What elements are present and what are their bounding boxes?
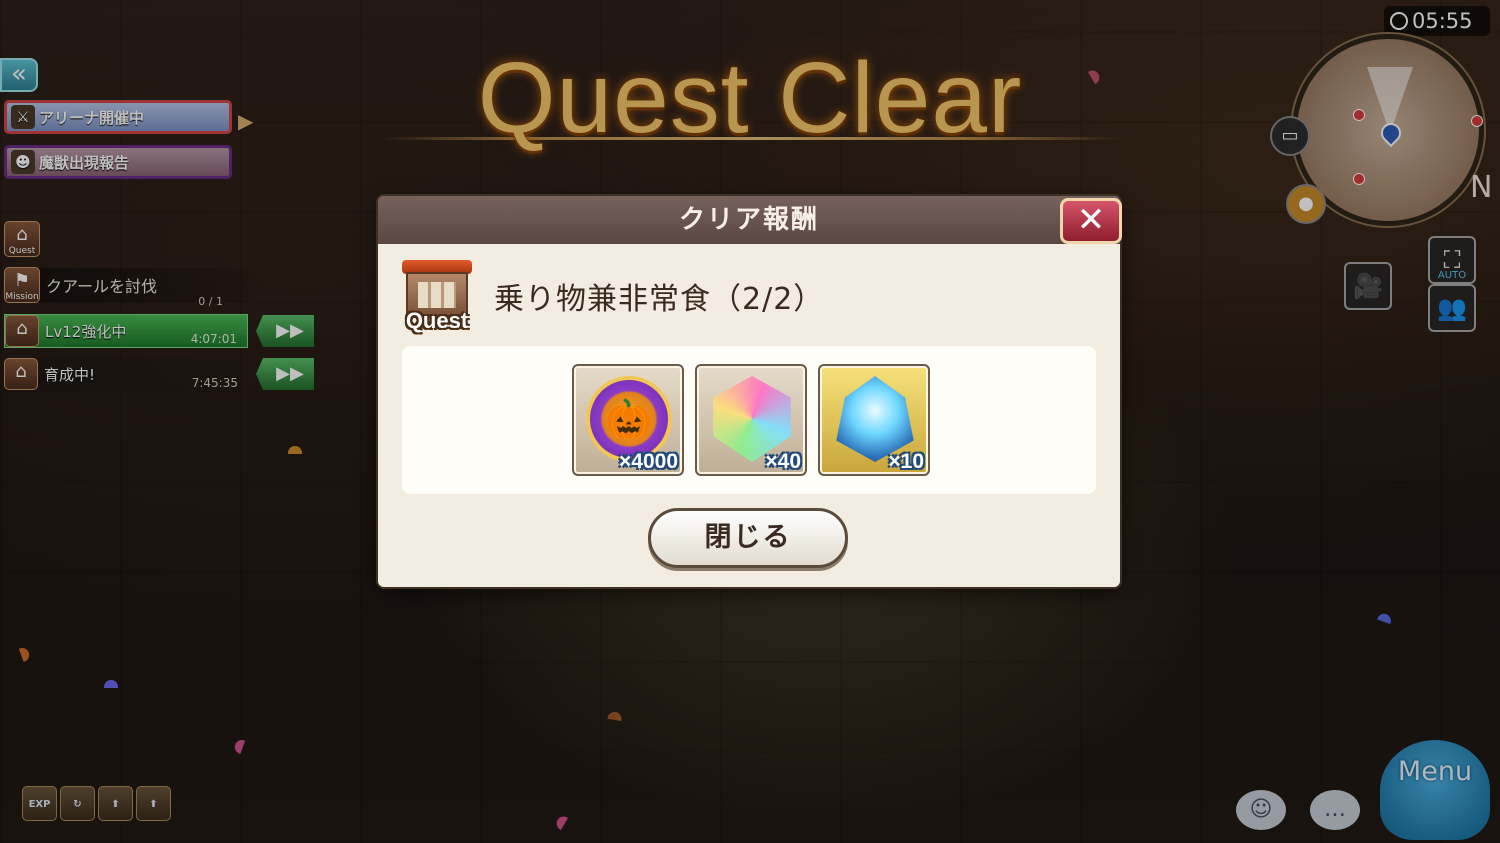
close-button[interactable]: 閉じる bbox=[648, 508, 848, 568]
reward-list: 🎃 ×4000 ×40 ×10 bbox=[572, 364, 930, 476]
close-x-button[interactable]: ✕ bbox=[1060, 198, 1122, 244]
reward-quantity: ×40 bbox=[765, 450, 801, 473]
quest-badge-label: Quest bbox=[405, 308, 469, 333]
reward-item-pumpkin-coin[interactable]: 🎃 ×4000 bbox=[572, 364, 684, 476]
reward-quantity: ×4000 bbox=[619, 450, 678, 473]
reward-panel: 🎃 ×4000 ×40 ×10 bbox=[402, 346, 1096, 494]
quest-badge-icon: Quest bbox=[400, 260, 474, 334]
reward-quantity: ×10 bbox=[888, 450, 924, 473]
dialog-header: クリア報酬 bbox=[378, 196, 1120, 244]
quest-name: 乗り物兼非常食（2/2） bbox=[494, 282, 825, 317]
reward-dialog: クリア報酬 ✕ Quest 乗り物兼非常食（2/2） 🎃 ×4000 ×40 ×… bbox=[378, 196, 1122, 587]
reward-item-blue-flame-ore[interactable]: ×10 bbox=[818, 364, 930, 476]
reward-item-rainbow-crystal[interactable]: ×40 bbox=[695, 364, 807, 476]
